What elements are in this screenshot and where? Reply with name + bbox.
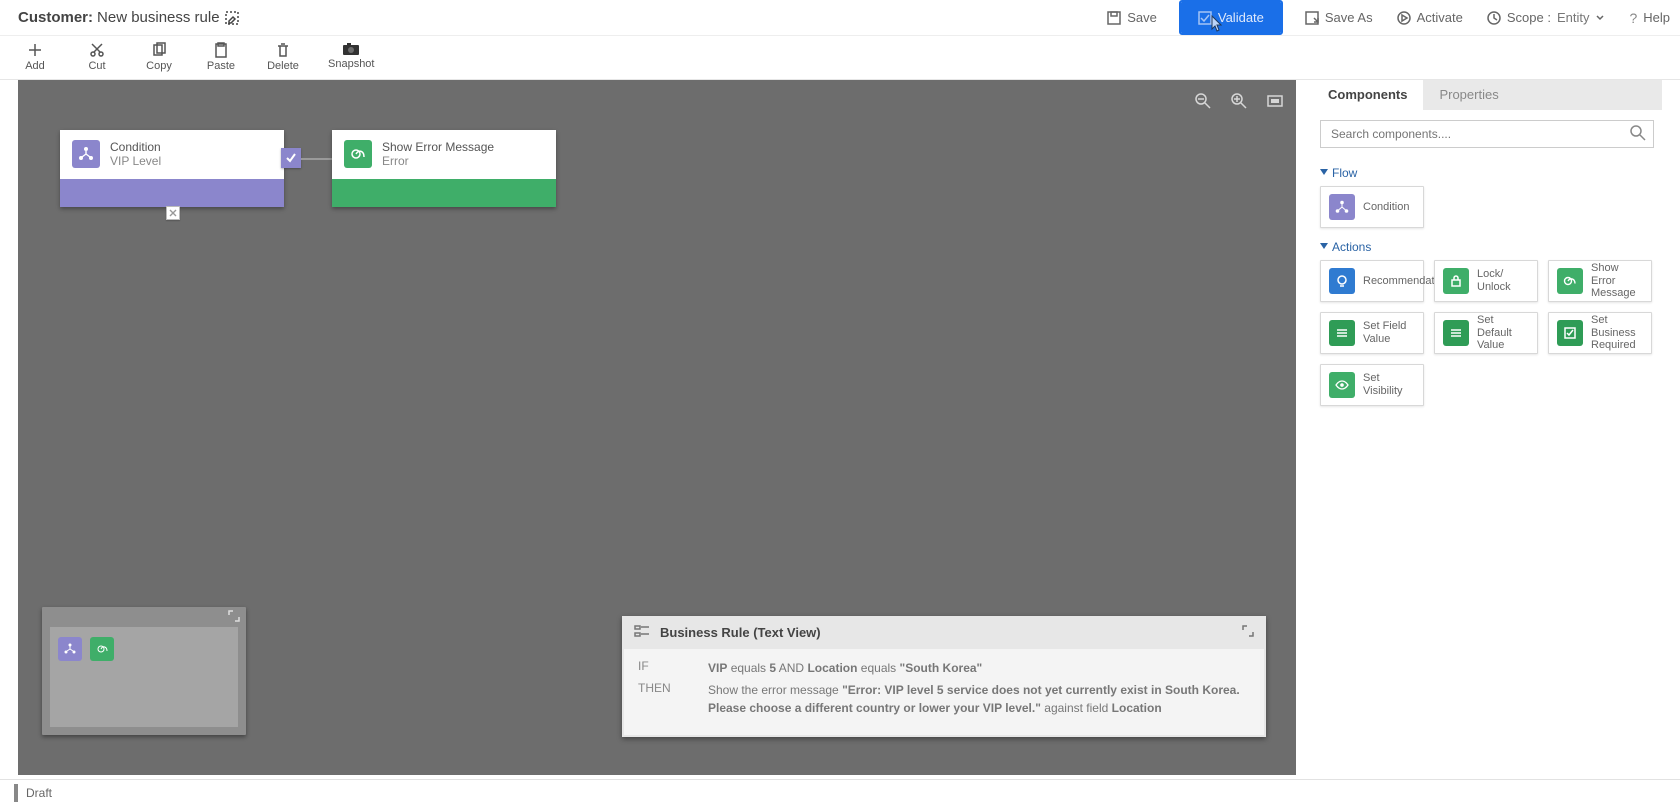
condition-title: Condition bbox=[110, 140, 161, 154]
text-view-title: Business Rule (Text View) bbox=[660, 625, 821, 640]
title-prefix: Customer: bbox=[18, 9, 93, 26]
activate-button[interactable]: Activate bbox=[1397, 10, 1463, 25]
save-as-label: Save As bbox=[1325, 10, 1373, 25]
validate-button[interactable]: Validate bbox=[1181, 2, 1281, 33]
header-bar: Customer: New business rule Save Validat… bbox=[0, 0, 1680, 36]
group-flow-header[interactable]: Flow bbox=[1320, 166, 1654, 180]
condition-false-port[interactable] bbox=[166, 206, 180, 220]
search-input[interactable] bbox=[1320, 120, 1654, 148]
rule-icon bbox=[634, 624, 650, 641]
if-expression: VIP equals 5 AND Location equals "South … bbox=[708, 659, 1250, 677]
cut-button[interactable]: Cut bbox=[80, 42, 114, 72]
fit-screen-icon[interactable] bbox=[1266, 92, 1284, 110]
camera-icon bbox=[342, 42, 360, 56]
help-icon: ? bbox=[1629, 10, 1637, 26]
paste-button[interactable]: Paste bbox=[204, 42, 238, 72]
search-icon[interactable] bbox=[1630, 125, 1646, 144]
zoom-out-icon[interactable] bbox=[1194, 92, 1212, 110]
tile-condition[interactable]: Condition bbox=[1320, 186, 1424, 228]
error-title: Show Error Message bbox=[382, 140, 494, 154]
minimap-error-icon bbox=[90, 637, 114, 661]
error-node-icon bbox=[344, 140, 372, 168]
then-expression: Show the error message "Error: VIP level… bbox=[708, 681, 1250, 717]
caret-icon bbox=[1320, 169, 1328, 177]
tab-components[interactable]: Components bbox=[1312, 80, 1423, 110]
copy-icon bbox=[151, 42, 167, 58]
tile-set-field-value[interactable]: Set Field Value bbox=[1320, 312, 1424, 354]
scope-selector[interactable]: Scope : Entity bbox=[1487, 10, 1606, 25]
minimap-condition-icon bbox=[58, 637, 82, 661]
zoom-in-icon[interactable] bbox=[1230, 92, 1248, 110]
save-button[interactable]: Save bbox=[1107, 10, 1157, 25]
trash-icon bbox=[275, 42, 291, 58]
activate-label: Activate bbox=[1417, 10, 1463, 25]
edit-title-icon[interactable] bbox=[224, 10, 240, 26]
connector bbox=[301, 158, 333, 160]
condition-subtitle: VIP Level bbox=[110, 154, 161, 168]
tile-recommendation[interactable]: Recommendation bbox=[1320, 260, 1424, 302]
status-text: Draft bbox=[26, 786, 52, 800]
caret-icon bbox=[1320, 243, 1328, 251]
tile-set-business-required[interactable]: Set Business Required bbox=[1548, 312, 1652, 354]
if-key: IF bbox=[638, 659, 674, 677]
eye-icon bbox=[1329, 372, 1355, 398]
help-label: Help bbox=[1643, 10, 1670, 25]
error-node[interactable]: Show Error Message Error bbox=[332, 130, 556, 207]
plus-icon bbox=[27, 42, 43, 58]
chevron-down-icon bbox=[1595, 13, 1605, 23]
tab-properties[interactable]: Properties bbox=[1423, 80, 1514, 110]
copy-button[interactable]: Copy bbox=[142, 42, 176, 72]
scope-label: Scope : bbox=[1507, 10, 1551, 25]
cursor-icon bbox=[1210, 15, 1226, 33]
expand-icon[interactable] bbox=[228, 610, 240, 625]
side-panel: Components Properties Flow Condition Act… bbox=[1312, 80, 1662, 775]
list-icon bbox=[1443, 320, 1469, 346]
tile-set-default-value[interactable]: Set Default Value bbox=[1434, 312, 1538, 354]
error-icon bbox=[1557, 268, 1583, 294]
required-icon bbox=[1557, 320, 1583, 346]
page-title: Customer: New business rule bbox=[18, 9, 240, 26]
group-actions-header[interactable]: Actions bbox=[1320, 240, 1654, 254]
scope-value: Entity bbox=[1557, 10, 1590, 25]
minimap[interactable] bbox=[42, 607, 246, 735]
condition-icon bbox=[1329, 194, 1355, 220]
tile-show-error[interactable]: Show Error Message bbox=[1548, 260, 1652, 302]
condition-true-port[interactable] bbox=[281, 148, 301, 168]
condition-node[interactable]: Condition VIP Level bbox=[60, 130, 284, 207]
designer-canvas[interactable]: Condition VIP Level Show Error Message E… bbox=[18, 80, 1296, 775]
add-button[interactable]: Add bbox=[18, 42, 52, 72]
condition-node-icon bbox=[72, 140, 100, 168]
tile-set-visibility[interactable]: Set Visibility bbox=[1320, 364, 1424, 406]
save-label: Save bbox=[1127, 10, 1157, 25]
delete-button[interactable]: Delete bbox=[266, 42, 300, 72]
status-bar: Draft bbox=[0, 779, 1680, 805]
tile-lock-unlock[interactable]: Lock/ Unlock bbox=[1434, 260, 1538, 302]
text-view-panel: Business Rule (Text View) IF VIP equals … bbox=[622, 616, 1266, 737]
expand-textview-icon[interactable] bbox=[1242, 625, 1254, 640]
scissors-icon bbox=[89, 42, 105, 58]
title-text[interactable]: New business rule bbox=[97, 9, 220, 26]
help-button[interactable]: ? Help bbox=[1629, 10, 1670, 26]
save-as-button[interactable]: Save As bbox=[1305, 10, 1373, 25]
ribbon: Add Cut Copy Paste Delete Snapshot bbox=[0, 36, 1680, 80]
snapshot-button[interactable]: Snapshot bbox=[328, 42, 374, 70]
error-subtitle: Error bbox=[382, 154, 494, 168]
bulb-icon bbox=[1329, 268, 1355, 294]
lock-icon bbox=[1443, 268, 1469, 294]
list-icon bbox=[1329, 320, 1355, 346]
clipboard-icon bbox=[213, 42, 229, 58]
then-key: THEN bbox=[638, 681, 674, 717]
